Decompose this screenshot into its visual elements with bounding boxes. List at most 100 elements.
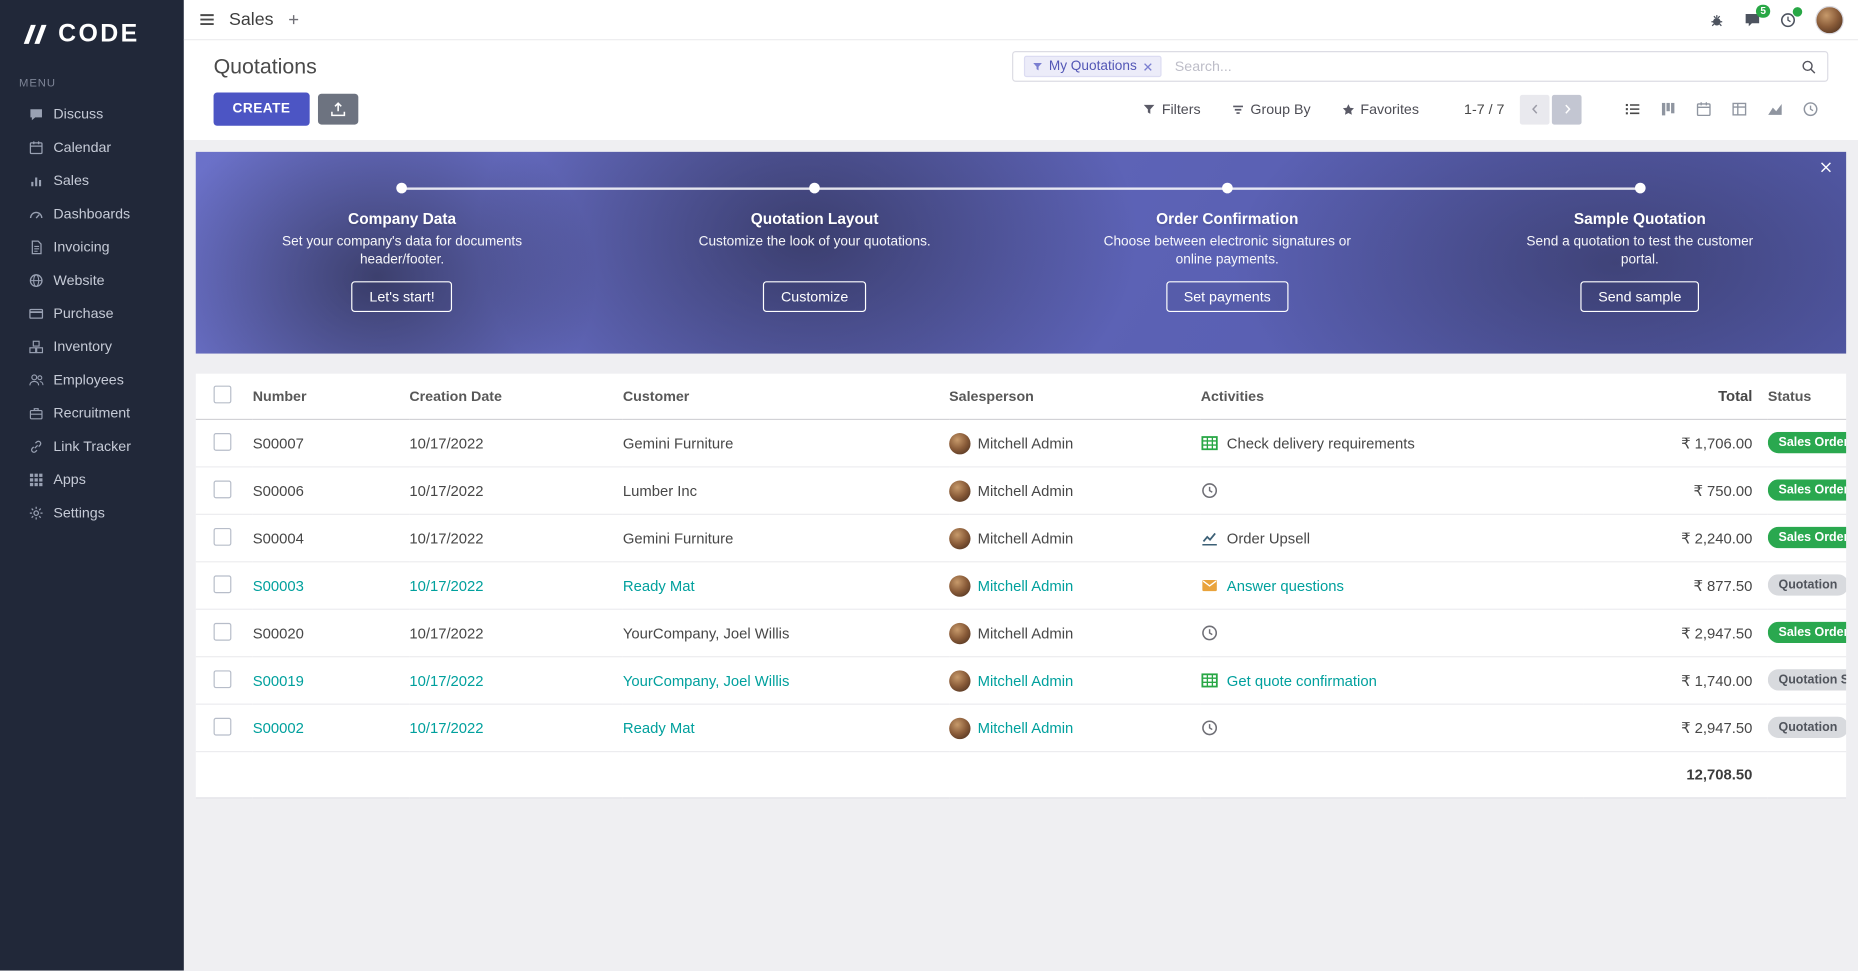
creation-date: 10/17/2022 bbox=[409, 514, 623, 561]
onboarding-banner: Company Data Set your company's data for… bbox=[196, 152, 1846, 354]
facet-remove-icon[interactable] bbox=[1143, 61, 1154, 72]
table-row[interactable]: S0000210/17/2022Ready MatMitchell Admin₹… bbox=[196, 704, 1846, 751]
brand-logo-icon bbox=[21, 23, 49, 47]
sidebar-item-dashboards[interactable]: Dashboards bbox=[0, 197, 184, 230]
sidebar-item-recruitment[interactable]: Recruitment bbox=[0, 396, 184, 429]
brand-logo[interactable]: CODE bbox=[0, 0, 184, 63]
table-footer-row: 12,708.50 bbox=[196, 752, 1846, 798]
salesperson-avatar bbox=[949, 432, 970, 453]
search-icon[interactable] bbox=[1801, 59, 1816, 74]
banner-close-icon[interactable] bbox=[1819, 160, 1833, 174]
status-badge: Sales Order bbox=[1768, 431, 1846, 452]
select-all-checkbox[interactable] bbox=[214, 386, 232, 404]
table-row[interactable]: S0000310/17/2022Ready MatMitchell AdminA… bbox=[196, 562, 1846, 609]
table-row[interactable]: S0000710/17/2022Gemini FurnitureMitchell… bbox=[196, 419, 1846, 466]
search-bar[interactable]: My Quotations bbox=[1012, 51, 1828, 82]
group-by-button[interactable]: Group By bbox=[1231, 101, 1310, 118]
sidebar-item-inventory[interactable]: Inventory bbox=[0, 330, 184, 363]
sidebar-item-website[interactable]: Website bbox=[0, 263, 184, 296]
salesperson-avatar bbox=[949, 670, 970, 691]
column-header-activities[interactable]: Activities bbox=[1201, 374, 1584, 420]
sidebar-item-label: Apps bbox=[53, 471, 85, 488]
inventory-icon bbox=[28, 339, 43, 354]
plus-icon[interactable] bbox=[287, 13, 300, 26]
sidebar-item-purchase[interactable]: Purchase bbox=[0, 297, 184, 330]
set-payments-button[interactable]: Set payments bbox=[1166, 281, 1289, 312]
create-button[interactable]: CREATE bbox=[214, 93, 310, 126]
sidebar-item-label: Dashboards bbox=[53, 205, 130, 222]
user-avatar[interactable] bbox=[1815, 5, 1843, 33]
activities-count-badge bbox=[1793, 7, 1802, 16]
clock-icon[interactable] bbox=[1201, 482, 1219, 500]
debug-bug-icon[interactable] bbox=[1709, 11, 1726, 28]
kanban-view-button[interactable] bbox=[1650, 94, 1686, 124]
column-header-number[interactable]: Number bbox=[253, 374, 410, 420]
row-checkbox[interactable] bbox=[214, 670, 232, 688]
envelope-icon[interactable] bbox=[1201, 577, 1219, 595]
activity-view-button[interactable] bbox=[1793, 94, 1829, 124]
clock-icon[interactable] bbox=[1201, 624, 1219, 642]
activities-clock-icon[interactable] bbox=[1780, 11, 1797, 28]
pivot-view-button[interactable] bbox=[1722, 94, 1758, 124]
clock-icon[interactable] bbox=[1201, 719, 1219, 737]
onboarding-steps: Company Data Set your company's data for… bbox=[196, 183, 1846, 312]
column-header-total[interactable]: Total bbox=[1584, 374, 1768, 420]
row-checkbox[interactable] bbox=[214, 622, 232, 640]
app-window: CODE MENU DiscussCalendarSalesDashboards… bbox=[0, 0, 1858, 971]
filters-button[interactable]: Filters bbox=[1143, 101, 1201, 118]
table-row[interactable]: S0000410/17/2022Gemini FurnitureMitchell… bbox=[196, 514, 1846, 561]
apps-menu-icon[interactable] bbox=[198, 11, 216, 29]
row-checkbox[interactable] bbox=[214, 717, 232, 735]
sidebar-item-label: Purchase bbox=[53, 305, 113, 322]
table-row[interactable]: S0000610/17/2022Lumber IncMitchell Admin… bbox=[196, 467, 1846, 514]
recruitment-icon bbox=[28, 405, 43, 420]
table-row[interactable]: S0002010/17/2022YourCompany, Joel Willis… bbox=[196, 609, 1846, 656]
spreadsheet-icon[interactable] bbox=[1201, 434, 1219, 452]
sidebar-item-link-tracker[interactable]: Link Tracker bbox=[0, 429, 184, 462]
send-sample-button[interactable]: Send sample bbox=[1580, 281, 1699, 312]
row-checkbox[interactable] bbox=[214, 480, 232, 498]
upload-icon bbox=[330, 101, 347, 118]
table-row[interactable]: S0001910/17/2022YourCompany, Joel Willis… bbox=[196, 657, 1846, 704]
row-checkbox[interactable] bbox=[214, 575, 232, 593]
sidebar-item-settings[interactable]: Settings bbox=[0, 496, 184, 529]
messages-icon[interactable]: 5 bbox=[1744, 11, 1761, 28]
search-filter-facet[interactable]: My Quotations bbox=[1024, 56, 1162, 77]
sidebar-item-apps[interactable]: Apps bbox=[0, 463, 184, 496]
lets-start-button[interactable]: Let's start! bbox=[352, 281, 453, 312]
favorites-button[interactable]: Favorites bbox=[1341, 101, 1419, 118]
pivot-view-icon bbox=[1731, 101, 1748, 118]
customize-button[interactable]: Customize bbox=[763, 281, 866, 312]
quotations-list: Number Creation Date Customer Salesperso… bbox=[196, 374, 1846, 799]
sidebar-item-employees[interactable]: Employees bbox=[0, 363, 184, 396]
quotation-number: S00002 bbox=[253, 704, 410, 751]
graph-view-button[interactable] bbox=[1757, 94, 1793, 124]
column-header-customer[interactable]: Customer bbox=[623, 374, 949, 420]
row-checkbox[interactable] bbox=[214, 432, 232, 450]
sidebar-item-invoicing[interactable]: Invoicing bbox=[0, 230, 184, 263]
list-view-button[interactable] bbox=[1615, 94, 1651, 124]
column-header-creation-date[interactable]: Creation Date bbox=[409, 374, 623, 420]
pager-next-button[interactable] bbox=[1552, 94, 1582, 124]
column-header-salesperson[interactable]: Salesperson bbox=[949, 374, 1201, 420]
app-title[interactable]: Sales bbox=[229, 9, 274, 29]
sidebar-item-calendar[interactable]: Calendar bbox=[0, 131, 184, 164]
row-checkbox[interactable] bbox=[214, 527, 232, 545]
column-header-status[interactable]: Status bbox=[1768, 374, 1846, 420]
pager-previous-button[interactable] bbox=[1520, 94, 1550, 124]
spreadsheet-icon[interactable] bbox=[1201, 672, 1219, 690]
sidebar-item-label: Calendar bbox=[53, 139, 111, 156]
sidebar-item-discuss[interactable]: Discuss bbox=[0, 97, 184, 130]
export-button[interactable] bbox=[318, 94, 358, 125]
calendar-view-button[interactable] bbox=[1686, 94, 1722, 124]
salesperson-name: Mitchell Admin bbox=[978, 720, 1074, 737]
total-amount: ₹ 2,947.50 bbox=[1584, 704, 1768, 751]
chart-line-icon[interactable] bbox=[1201, 529, 1219, 547]
creation-date: 10/17/2022 bbox=[409, 562, 623, 609]
search-input[interactable] bbox=[1172, 57, 1790, 76]
quotation-number: S00004 bbox=[253, 514, 410, 561]
pager-range: 1-7 / 7 bbox=[1464, 101, 1504, 118]
status-badge: Quotation Sent bbox=[1768, 669, 1846, 690]
sidebar-item-sales[interactable]: Sales bbox=[0, 164, 184, 197]
view-switcher bbox=[1615, 94, 1829, 124]
